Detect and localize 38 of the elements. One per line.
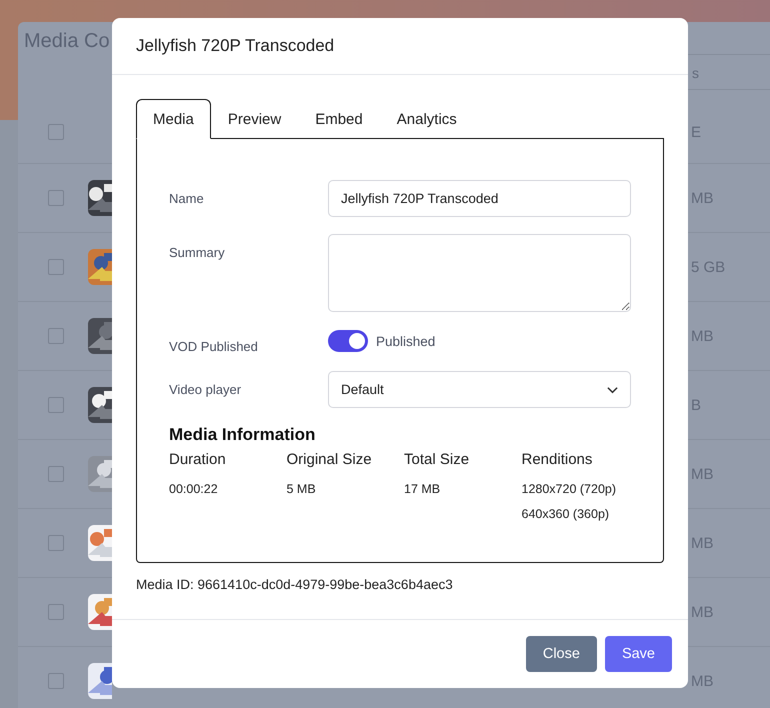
input-field[interactable] bbox=[328, 234, 631, 312]
info-value: 17 MB bbox=[404, 481, 440, 498]
close-button[interactable]: Close bbox=[526, 636, 597, 672]
tab[interactable]: Analytics bbox=[380, 99, 474, 138]
toggle-switch[interactable] bbox=[328, 330, 368, 352]
info-label: Original Size bbox=[286, 451, 372, 468]
tab[interactable]: Media bbox=[136, 99, 211, 139]
chevron-icon bbox=[607, 386, 618, 394]
input-field[interactable]: Jellyfish 720P Transcoded bbox=[328, 180, 631, 217]
field-label: Video player bbox=[169, 381, 242, 397]
save-button[interactable]: Save bbox=[604, 636, 672, 672]
dialog-title: Jellyfish 720P Transcoded bbox=[136, 36, 334, 56]
field-label: Summary bbox=[169, 244, 226, 260]
tab[interactable]: Embed bbox=[298, 99, 380, 138]
checkbox[interactable] bbox=[48, 397, 64, 413]
checkbox[interactable] bbox=[48, 124, 64, 140]
checkbox[interactable] bbox=[48, 535, 64, 551]
info-label: Renditions bbox=[522, 451, 592, 468]
info-value: 640x360 (360p) bbox=[522, 506, 610, 523]
checkbox[interactable] bbox=[48, 673, 64, 689]
toggle-label: Published bbox=[376, 334, 436, 348]
page-title: Media Co bbox=[24, 30, 110, 54]
tab[interactable]: Preview bbox=[210, 99, 298, 138]
checkbox[interactable] bbox=[48, 190, 64, 206]
field-label: VOD Published bbox=[169, 338, 259, 354]
section-heading: Media Information bbox=[169, 425, 316, 445]
media-id: Media ID: 9661410c-dc0d-4979-99be-bea3c6b4aec3 bbox=[136, 577, 454, 592]
info-label: Duration bbox=[169, 451, 226, 468]
info-label: Total Size bbox=[404, 451, 470, 468]
info-value: 00:00:22 bbox=[169, 481, 218, 498]
field-label: Name bbox=[169, 190, 205, 206]
info-value: 1280x720 (720p) bbox=[522, 481, 616, 498]
dropdown[interactable]: Default bbox=[328, 371, 631, 408]
checkbox[interactable] bbox=[48, 604, 64, 620]
info-value: 5 MB bbox=[286, 481, 316, 498]
checkbox[interactable] bbox=[48, 259, 64, 275]
checkbox[interactable] bbox=[48, 328, 64, 344]
checkbox[interactable] bbox=[48, 466, 64, 482]
